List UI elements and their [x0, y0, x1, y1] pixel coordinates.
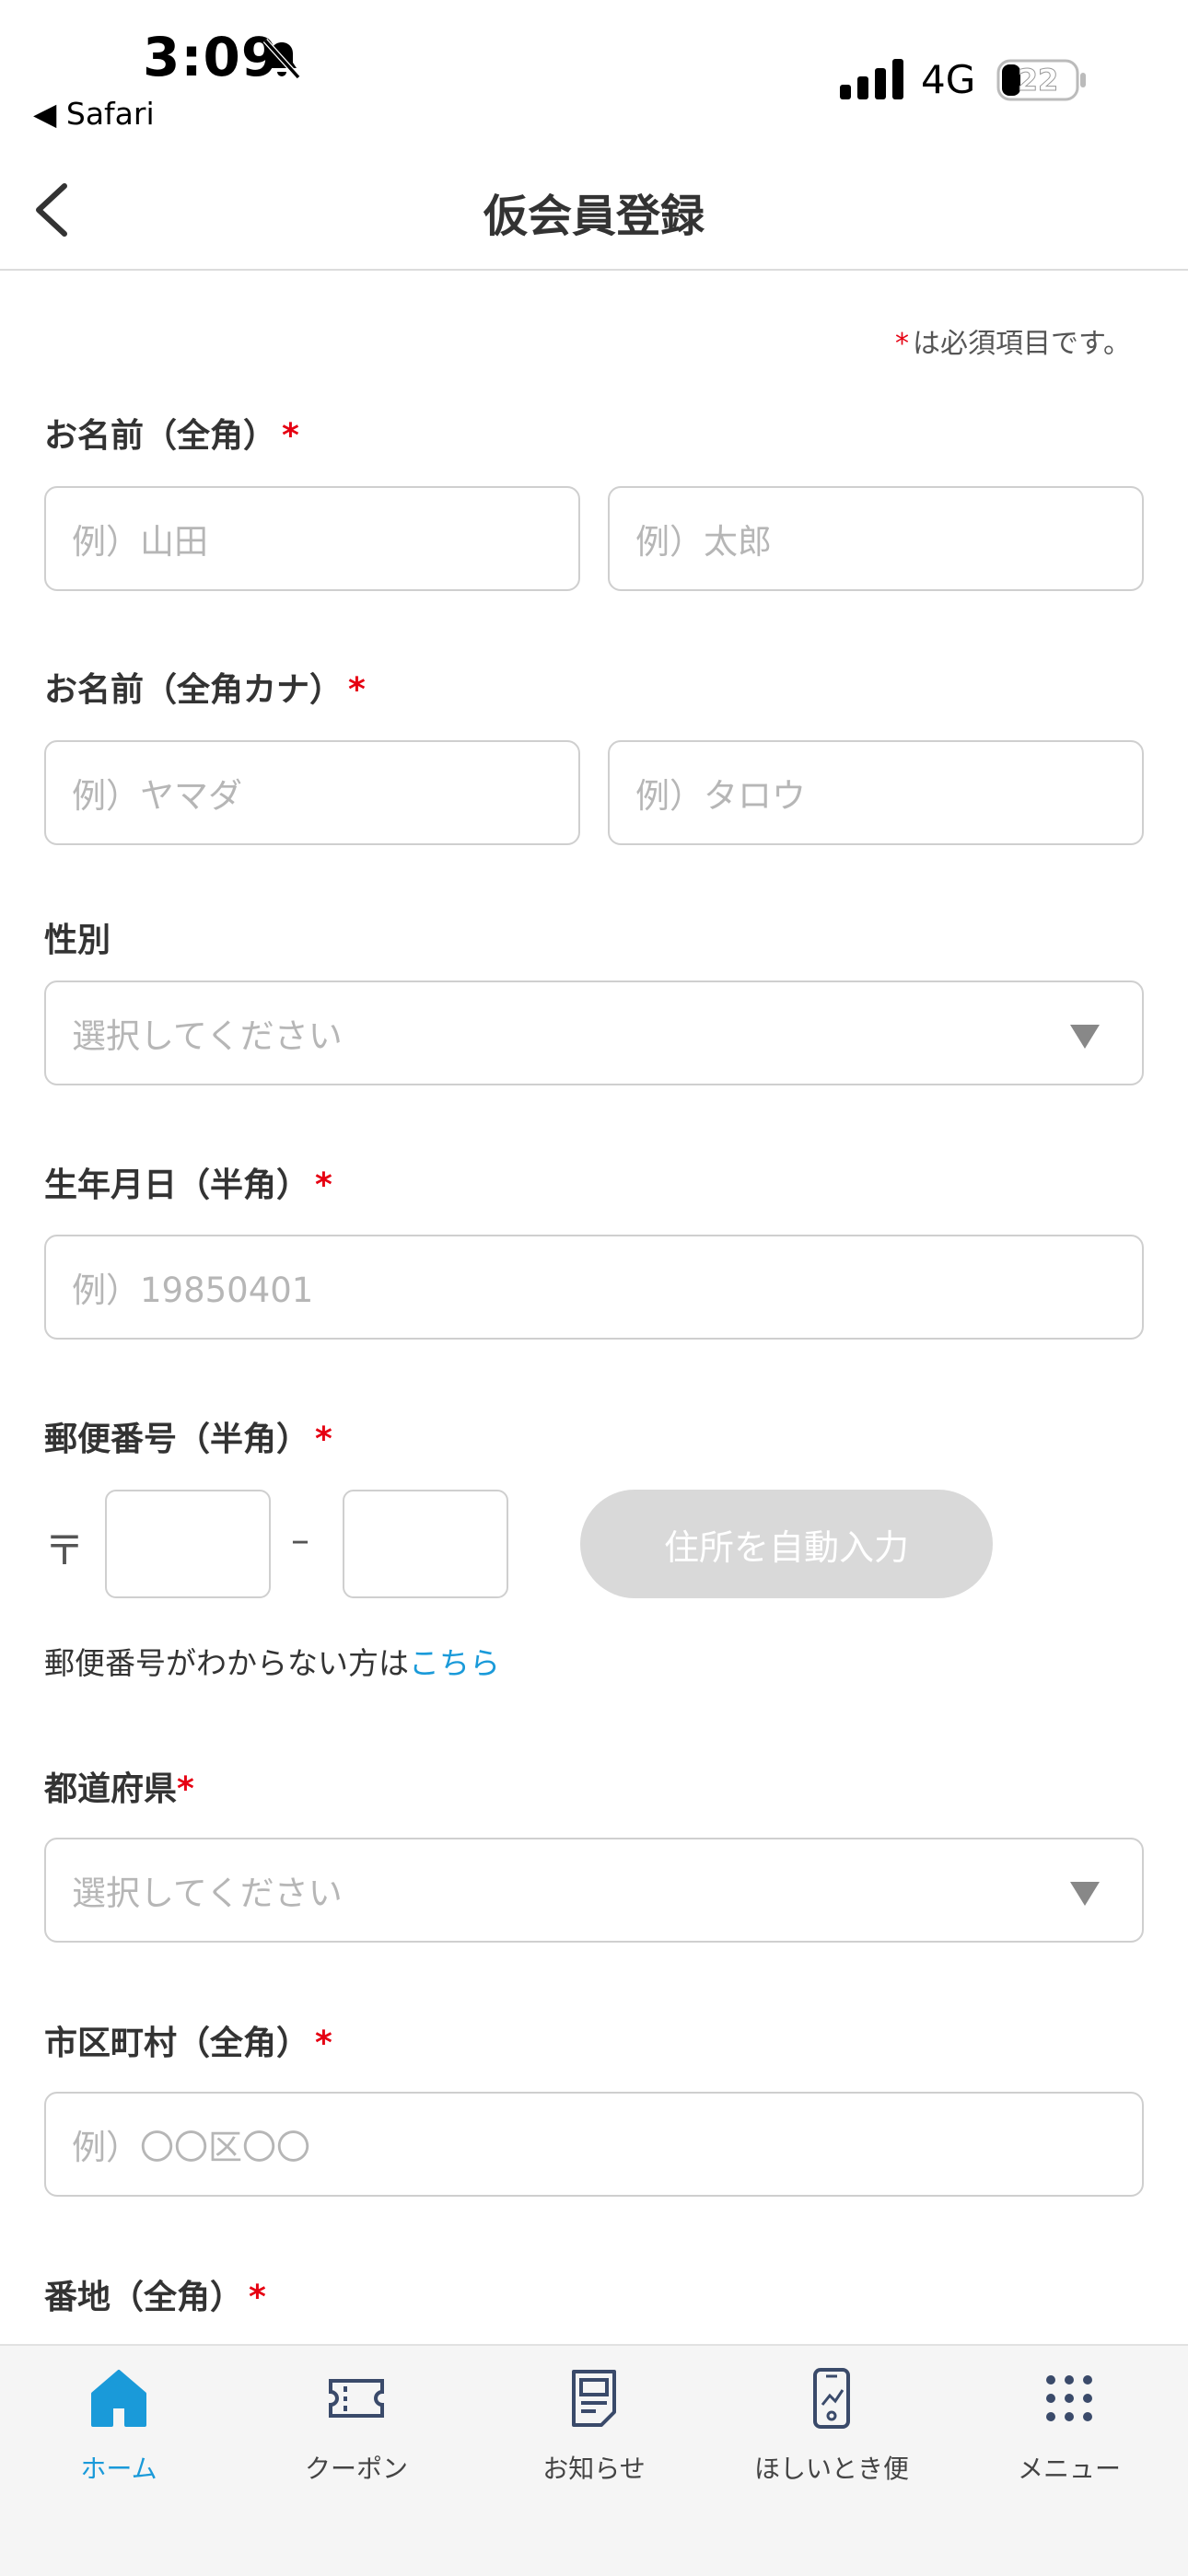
tab-notices[interactable]: お知らせ [475, 2346, 713, 2493]
last-name-input[interactable]: 例）山田 [44, 486, 580, 591]
battery-icon: 22 [996, 59, 1089, 101]
back-to-safari-link[interactable]: ◀ Safari [33, 96, 155, 132]
postal-code-second-input[interactable] [343, 1490, 508, 1598]
prefecture-label: 都道府県* [44, 1770, 194, 1808]
tab-coupon[interactable]: クーポン [238, 2346, 475, 2493]
name-label: お名前（全角） * [44, 417, 299, 455]
prefecture-select[interactable]: 選択してください [44, 1838, 1144, 1943]
bottom-tab-bar: ホーム クーポン お知らせ ほしいとき便 メニュー [0, 2344, 1188, 2576]
first-name-input[interactable]: 例）太郎 [608, 486, 1144, 591]
gender-select[interactable]: 選択してください [44, 981, 1144, 1085]
grid-menu-icon [1046, 2375, 1092, 2421]
address-label: 番地（全角） * [44, 2279, 266, 2316]
birthdate-input[interactable]: 例）19850401 [44, 1235, 1144, 1340]
phone-delivery-icon [813, 2368, 850, 2429]
required-note: * は必須項目です。 [895, 328, 1131, 360]
city-label: 市区町村（全角） * [44, 2025, 332, 2062]
tab-home[interactable]: ホーム [0, 2346, 238, 2493]
notice-icon [572, 2370, 616, 2427]
header-divider [0, 269, 1188, 271]
bell-muted-icon [262, 38, 301, 80]
tab-menu[interactable]: メニュー [950, 2346, 1188, 2493]
postal-help-text: 郵便番号がわからない方はこちら [44, 1645, 500, 1681]
tab-hoshii-toki-bin[interactable]: ほしいとき便 [713, 2346, 950, 2493]
required-star: * [895, 328, 909, 360]
postal-code-first-input[interactable] [105, 1490, 271, 1598]
gender-label: 性別 [44, 922, 111, 959]
first-name-kana-input[interactable]: 例）タロウ [608, 740, 1144, 845]
postal-label: 郵便番号（半角） * [44, 1421, 332, 1458]
last-name-kana-input[interactable]: 例）ヤマダ [44, 740, 580, 845]
ticket-icon [329, 2379, 384, 2418]
postal-lookup-link[interactable]: こちら [409, 1645, 500, 1681]
home-icon [91, 2370, 146, 2427]
city-input[interactable]: 例）〇〇区〇〇 [44, 2092, 1144, 2197]
postal-mark: 〒 [44, 1527, 85, 1574]
dropdown-caret-icon [1070, 1025, 1100, 1049]
auto-fill-address-button[interactable]: 住所を自動入力 [580, 1490, 993, 1598]
dropdown-caret-icon [1070, 1882, 1100, 1906]
birthdate-label: 生年月日（半角） * [44, 1166, 332, 1204]
network-type: 4G [921, 57, 976, 102]
cellular-signal-icon [840, 59, 903, 99]
page-title: 仮会員登録 [483, 191, 705, 242]
battery-level: 22 [1017, 63, 1059, 99]
postal-dash: – [291, 1519, 309, 1561]
name-kana-label: お名前（全角カナ） * [44, 671, 366, 709]
